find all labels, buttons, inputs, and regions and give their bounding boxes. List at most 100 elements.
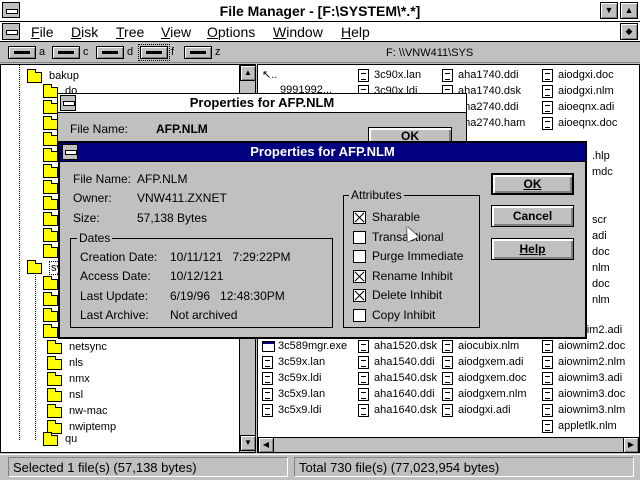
file-name[interactable]: .hlp [592,150,610,162]
file-name: aioeqnx.adi [558,101,615,113]
document-file-icon [442,340,453,353]
attribute-checkbox-delete-inhibit[interactable] [353,289,366,302]
folder-icon [43,432,58,446]
file-name[interactable]: scr [592,214,607,226]
file-name: aiodgxem.adi [458,356,524,368]
folder-icon [43,84,58,98]
tree-item-label: netsync [69,341,107,353]
parent-directory-icon[interactable]: ↖.. [262,68,277,81]
access-date-label: Access Date: [80,269,151,283]
attribute-label[interactable]: Delete Inhibit [372,288,442,302]
file-name: appletlk.nlm [558,420,617,432]
document-file-icon [542,420,553,433]
file-name: aiocubix.nlm [458,340,520,352]
file-name[interactable]: doc [592,246,610,258]
file-name: aiodgxem.nlm [458,388,527,400]
document-file-icon [542,340,553,353]
document-file-icon [542,404,553,417]
status-bar: Selected 1 file(s) (57,138 bytes) Total … [0,454,640,480]
file-name: aiownim3.doc [558,388,626,400]
document-file-icon [542,85,553,98]
cdrom-drive-icon [96,46,124,59]
folder-icon [43,196,58,210]
file-name[interactable]: nlm [592,294,610,306]
file-name[interactable]: adi [592,230,607,242]
attribute-checkbox-rename-inhibit[interactable] [353,269,366,283]
document-file-icon [262,388,273,401]
attribute-label[interactable]: Rename Inhibit [372,269,453,283]
file-name[interactable]: nlm [592,262,610,274]
menu-window[interactable]: Window [273,24,323,40]
document-file-icon [542,356,553,369]
attribute-checkbox-copy-inhibit[interactable] [353,308,366,322]
minimize-button[interactable]: ▼ [600,2,618,19]
folder-icon [43,212,58,226]
folder-icon [43,180,58,194]
file-name: aiodgxi.doc [558,69,614,81]
maximize-button[interactable]: ▲ [620,2,638,19]
document-file-icon [358,388,369,401]
attribute-checkbox-transactional[interactable] [353,230,366,244]
creation-date-label: Creation Date: [80,250,158,264]
menu-options[interactable]: Options [207,24,255,40]
dates-group-title: Dates [77,231,113,245]
attribute-label[interactable]: Sharable [372,210,420,224]
scroll-down-button[interactable]: ▼ [240,435,255,451]
file-name[interactable]: mdc [592,166,613,178]
size-value: 57,138 Bytes [137,211,208,225]
document-file-icon [358,372,369,385]
menu-tree[interactable]: Tree [116,24,144,40]
file-name: 3c59x.ldi [278,372,322,384]
document-file-icon [358,404,369,417]
document-menu-icon[interactable] [2,23,20,40]
file-name: aha1540.dsk [374,372,437,384]
dialog-title: Properties for AFP.NLM [60,143,585,162]
ok-button[interactable]: OK [491,173,574,195]
dialog-system-menu-icon[interactable] [60,95,76,111]
tree-item-label: qu [65,433,78,445]
attribute-label[interactable]: Copy Inhibit [372,308,435,322]
folder-icon [43,148,58,162]
file-hscrollbar[interactable]: ◀ ▶ [258,437,639,452]
menu-disk[interactable]: Disk [71,24,98,40]
cancel-button[interactable]: Cancel [491,205,574,227]
folder-icon [47,388,62,402]
file-name-label: File Name: [73,172,132,186]
status-selected: Selected 1 file(s) (57,138 bytes) [8,457,288,477]
attribute-checkbox-sharable[interactable] [353,211,366,224]
size-label: Size: [73,211,100,225]
help-button[interactable]: Help [491,238,574,260]
volume-label: F: \\VNW411\SYS [386,47,474,59]
folder-icon [43,292,58,306]
last-archive-label: Last Archive: [80,308,149,322]
scroll-up-button[interactable]: ▲ [240,65,255,81]
folder-icon [43,132,58,146]
tree-item-label: nsl [69,389,84,401]
dialog-title: Properties for AFP.NLM [58,94,466,113]
attribute-checkbox-purge-immediate[interactable] [353,250,366,263]
attribute-label[interactable]: Purge Immediate [372,249,463,263]
scroll-right-button[interactable]: ▶ [623,437,639,452]
file-name: aha2740.ddi [458,101,519,113]
menu-file[interactable]: File [31,24,54,40]
file-name: aha1520.dsk [374,340,437,352]
document-file-icon [542,372,553,385]
status-total: Total 730 file(s) (77,023,954 bytes) [294,457,634,477]
file-name: aha1640.ddi [374,388,435,400]
scroll-left-button[interactable]: ◀ [258,437,274,452]
folder-icon [43,116,58,130]
attributes-group-title: Attributes [349,188,404,202]
window-title: File Manager - [F:\SYSTEM\*.*] [219,3,421,19]
menu-view[interactable]: View [161,24,191,40]
menu-help[interactable]: Help [341,24,370,40]
document-file-icon [358,340,369,353]
file-name[interactable]: doc [592,278,610,290]
restore-button[interactable]: ◆ [620,23,638,40]
dialog-system-menu-icon[interactable] [62,144,78,160]
file-name: aiodgxi.adi [458,404,511,416]
file-name: 3c90x.lan [374,69,422,81]
folder-icon [43,244,58,258]
folder-icon [43,100,58,114]
document-file-icon [358,69,369,82]
file-name: aha1640.dsk [374,404,437,416]
